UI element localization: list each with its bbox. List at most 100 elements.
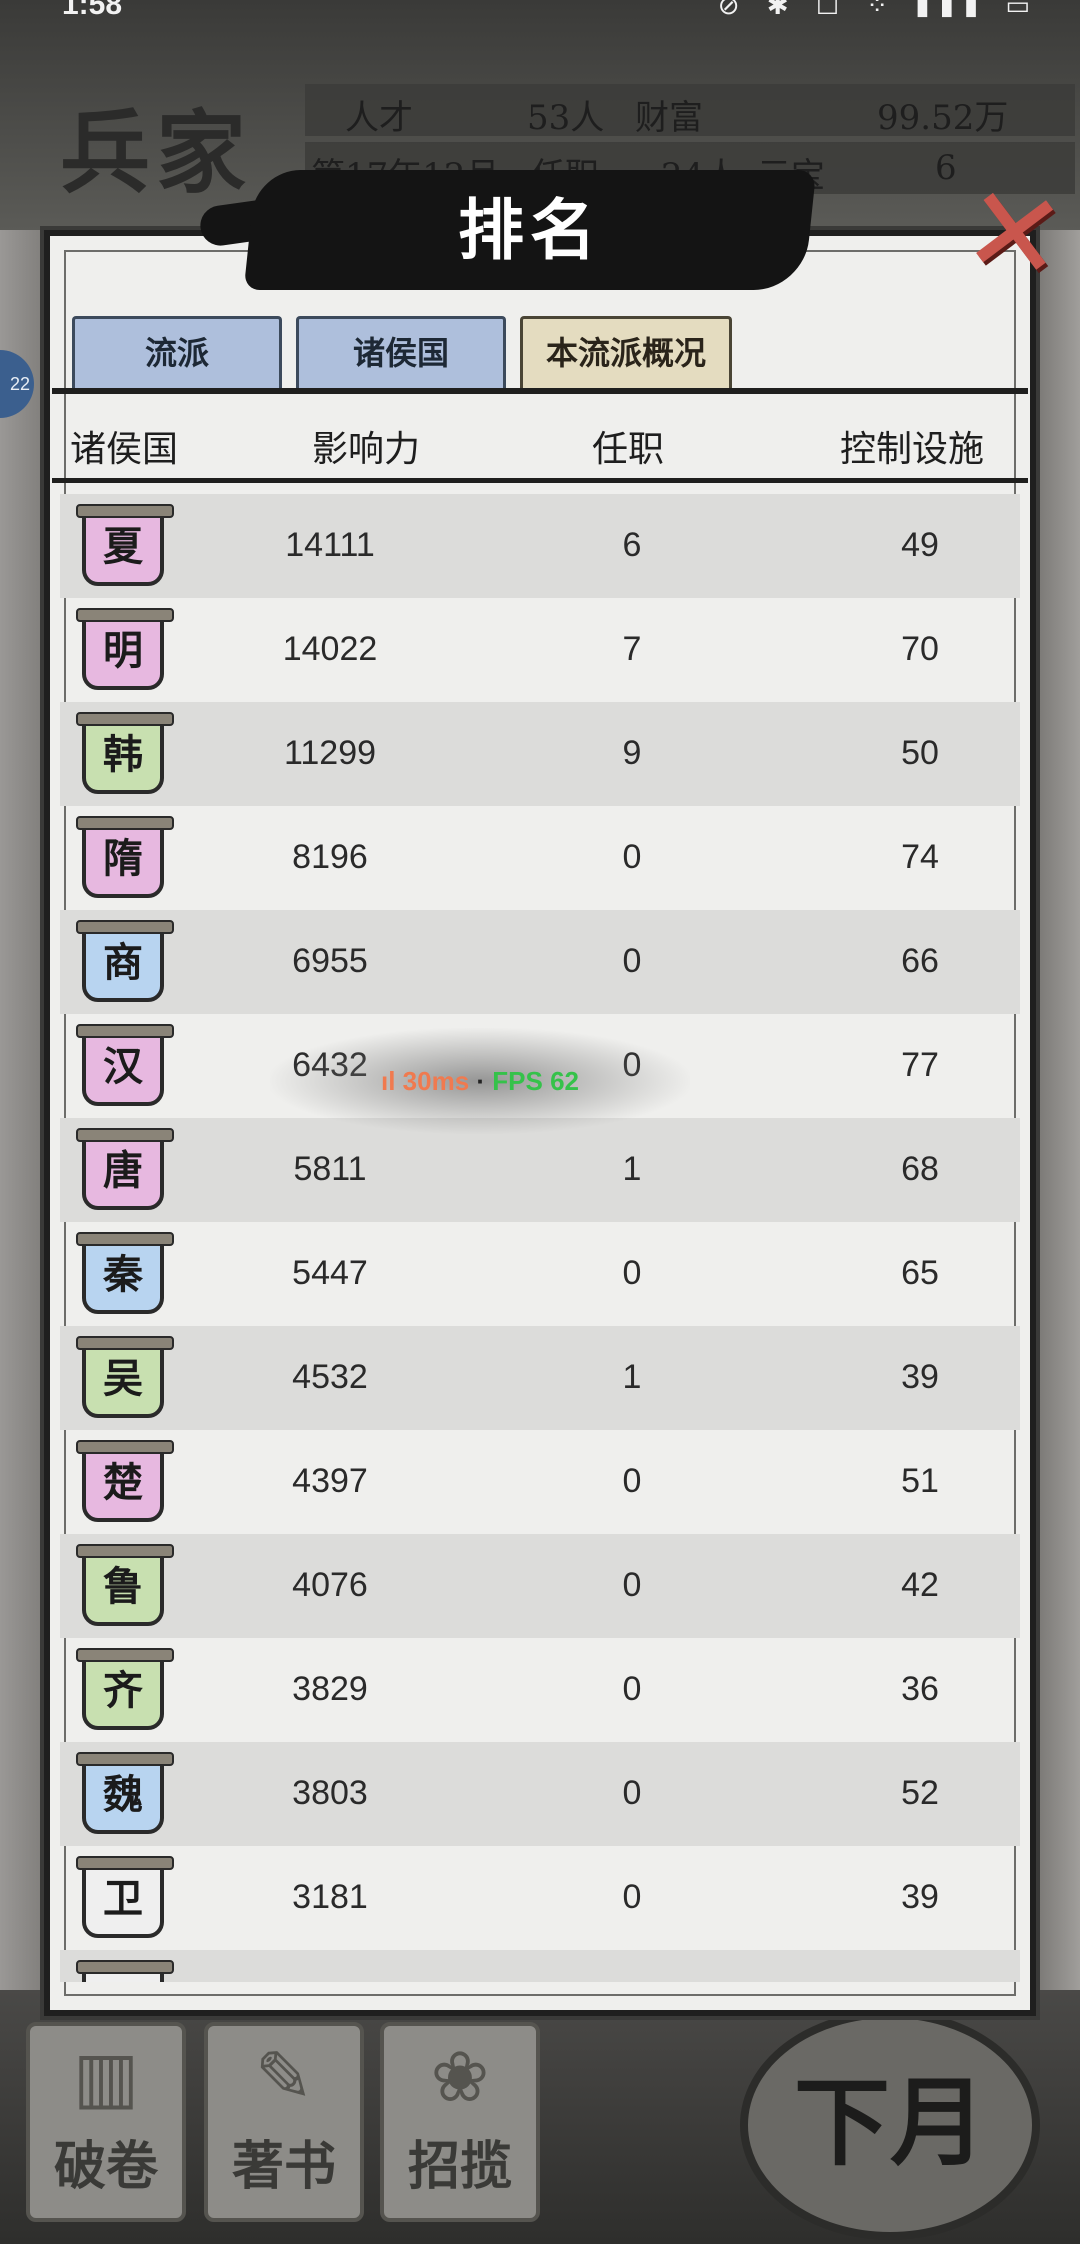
office-cell: 9 <box>622 734 642 772</box>
influence-cell: 4397 <box>292 1462 368 1500</box>
office-cell: 0 <box>622 1670 642 1708</box>
facilities-cell: 66 <box>901 942 939 980</box>
tab-school[interactable]: 流派 <box>72 316 282 390</box>
influence-cell: 3803 <box>292 1774 368 1812</box>
latency-readout: ıl 30ms <box>381 1066 470 1096</box>
wealth-value: 99.52万 <box>877 98 1009 138</box>
brush-icon: ✎ <box>254 2038 314 2116</box>
status-bar: 1:58 ⊘ ✱ ☐ ⁘ ▮▮▮ ▭ <box>0 0 1080 26</box>
table-row[interactable]: 韩 11299 9 50 <box>60 702 1020 806</box>
facilities-cell: 50 <box>901 734 939 772</box>
facilities-cell: 36 <box>901 1670 939 1708</box>
state-banner <box>76 1960 174 1982</box>
facilities-cell: 74 <box>901 838 939 876</box>
state-banner: 明 <box>76 608 174 690</box>
influence-cell: 14022 <box>282 630 378 668</box>
facilities-cell: 51 <box>901 1462 939 1500</box>
recruit-button[interactable]: ❀ 招揽 <box>380 2022 540 2222</box>
office-cell: 0 <box>622 942 642 980</box>
state-banner: 韩 <box>76 712 174 794</box>
office-cell: 0 <box>622 1566 642 1604</box>
office-cell: 1 <box>622 1150 642 1188</box>
table-row[interactable]: 齐 3829 0 36 <box>60 1638 1020 1742</box>
table-row[interactable]: 隋 8196 0 74 <box>60 806 1020 910</box>
influence-cell: 4532 <box>292 1358 368 1396</box>
fps-readout: FPS 62 <box>492 1066 579 1096</box>
column-header-state: 诸侯国 <box>70 428 179 469</box>
break-scroll-label: 破卷 <box>53 2136 158 2197</box>
state-banner: 商 <box>76 920 174 1002</box>
status-icons: ⊘ ✱ ☐ ⁘ ▮▮▮ ▭ <box>717 0 1040 20</box>
state-banner: 齐 <box>76 1648 174 1730</box>
fps-overlay: ıl 30ms · FPS 62 <box>270 1028 690 1134</box>
write-book-label: 著书 <box>231 2136 336 2197</box>
header-divider <box>52 478 1028 483</box>
recruit-label: 招揽 <box>407 2136 512 2197</box>
facilities-cell: 49 <box>901 526 939 564</box>
column-header-office: 任职 <box>592 428 665 469</box>
office-cell: 0 <box>622 1878 642 1916</box>
office-cell: 0 <box>622 1254 642 1292</box>
table-row[interactable]: 魏 3803 0 52 <box>60 1742 1020 1846</box>
tab-divider <box>52 388 1028 394</box>
state-banner: 夏 <box>76 504 174 586</box>
influence-cell: 3181 <box>292 1878 368 1916</box>
office-cell: 0 <box>622 1774 642 1812</box>
facilities-cell: 39 <box>901 1878 939 1916</box>
table-row[interactable]: 商 6955 0 66 <box>60 910 1020 1014</box>
facilities-cell: 65 <box>901 1254 939 1292</box>
table-row[interactable]: 秦 5447 0 65 <box>60 1222 1020 1326</box>
talent-value: 53人 <box>527 98 605 138</box>
ingot-value: 6 <box>935 148 957 188</box>
state-banner: 秦 <box>76 1232 174 1314</box>
stats-row-1: 人才 53人 财富 99.52万 <box>305 84 1075 138</box>
office-cell: 7 <box>622 630 642 668</box>
tab-states[interactable]: 诸侯国 <box>296 316 506 390</box>
influence-cell: 8196 <box>292 838 368 876</box>
facilities-cell: 77 <box>901 1046 939 1084</box>
office-cell: 0 <box>622 1462 642 1500</box>
next-month-button[interactable]: 下月 <box>740 2010 1040 2240</box>
facilities-cell: 68 <box>901 1150 939 1188</box>
ranking-table[interactable]: 夏 14111 6 49 明 14022 7 70 韩 11299 9 50 隋 8196 0 74 商 6955… <box>60 494 1020 1982</box>
close-icon[interactable]: ✕ <box>955 161 1073 308</box>
influence-cell: 3829 <box>292 1670 368 1708</box>
facilities-cell: 39 <box>901 1358 939 1396</box>
table-row[interactable]: 鲁 4076 0 42 <box>60 1534 1020 1638</box>
table-row[interactable]: 卫 3181 0 39 <box>60 1846 1020 1950</box>
influence-cell: 4076 <box>292 1566 368 1604</box>
state-banner: 唐 <box>76 1128 174 1210</box>
school-name: 兵家 <box>60 100 252 206</box>
office-cell: 0 <box>622 838 642 876</box>
tab-school-overview[interactable]: 本流派概况 <box>520 316 732 390</box>
column-header-influence: 影响力 <box>312 428 421 469</box>
influence-cell: 14111 <box>285 526 375 564</box>
fps-separator: · <box>469 1066 493 1096</box>
state-banner: 魏 <box>76 1752 174 1834</box>
dialog-title: 排名 <box>458 191 602 269</box>
break-scroll-button[interactable]: ▥ 破卷 <box>26 2022 186 2222</box>
state-banner: 鲁 <box>76 1544 174 1626</box>
state-banner: 卫 <box>76 1856 174 1938</box>
wealth-label: 财富 <box>635 98 703 138</box>
state-banner: 汉 <box>76 1024 174 1106</box>
facilities-cell: 70 <box>901 630 939 668</box>
table-row[interactable] <box>60 1950 1020 1982</box>
influence-cell: 5447 <box>292 1254 368 1292</box>
table-row[interactable]: 明 14022 7 70 <box>60 598 1020 702</box>
table-row[interactable]: 楚 4397 0 51 <box>60 1430 1020 1534</box>
scroll-icon: ▥ <box>72 2038 140 2116</box>
table-row[interactable]: 吴 4532 1 39 <box>60 1326 1020 1430</box>
table-row[interactable]: 夏 14111 6 49 <box>60 494 1020 598</box>
influence-cell: 5811 <box>293 1150 367 1188</box>
influence-cell: 11299 <box>283 734 377 772</box>
status-time: 1:58 <box>62 0 123 21</box>
write-book-button[interactable]: ✎ 著书 <box>204 2022 364 2222</box>
influence-cell: 6955 <box>292 942 368 980</box>
state-banner: 隋 <box>76 816 174 898</box>
column-header-facilities: 控制设施 <box>840 428 985 469</box>
facilities-cell: 52 <box>901 1774 939 1812</box>
map-edge-left <box>0 230 50 1990</box>
state-banner: 楚 <box>76 1440 174 1522</box>
office-cell: 6 <box>622 526 642 564</box>
